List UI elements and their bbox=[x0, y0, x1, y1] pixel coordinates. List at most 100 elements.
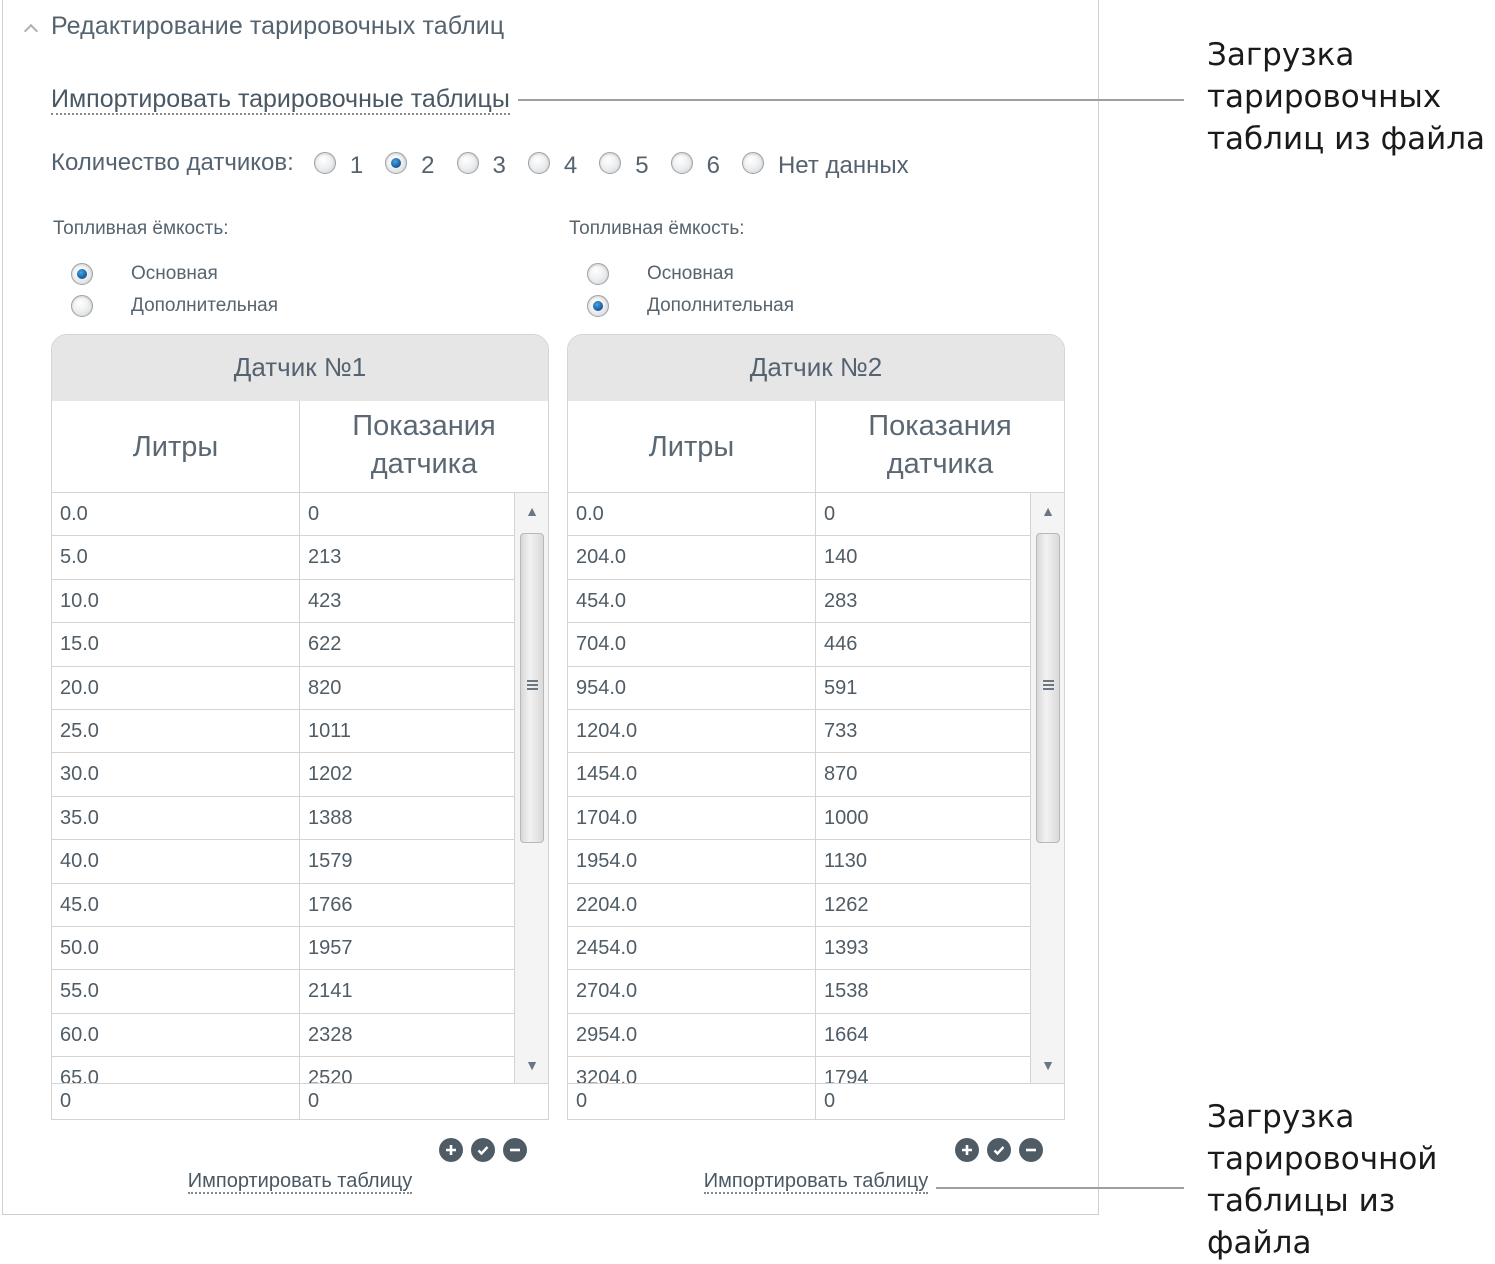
scroll-down-arrow-icon[interactable]: ▼ bbox=[515, 1047, 548, 1083]
table-row[interactable]: 15.0 622 bbox=[52, 623, 514, 667]
scrollbar-thumb[interactable] bbox=[520, 533, 544, 843]
chevron-up-icon[interactable] bbox=[21, 17, 45, 37]
tank-label: Топливная ёмкость: bbox=[569, 218, 745, 239]
new-liters-input[interactable]: 0 bbox=[52, 1084, 300, 1119]
import-table-link-wrap: Импортировать таблицу bbox=[567, 1170, 1065, 1194]
new-liters-input[interactable]: 0 bbox=[568, 1084, 816, 1119]
section-header[interactable]: Редактирование тарировочных таблиц bbox=[21, 12, 504, 41]
table-row[interactable]: 10.0 423 bbox=[52, 579, 514, 624]
callout-import-table: Загрузка тарировочной таблицы из файла bbox=[1207, 1099, 1438, 1261]
radio-checked-icon[interactable] bbox=[587, 295, 609, 317]
radio-icon[interactable] bbox=[527, 152, 550, 174]
table-row[interactable]: 1704.0 1000 bbox=[568, 796, 1030, 841]
sensor-count-option-1[interactable]: 1 bbox=[313, 146, 363, 180]
tank-option-additional[interactable]: Дополнительная bbox=[587, 290, 1065, 322]
column-header-liters[interactable]: Литры bbox=[568, 401, 816, 492]
table-row[interactable]: 20.0 820 bbox=[52, 666, 514, 710]
callout-line-top bbox=[518, 99, 1184, 101]
table-row[interactable]: 60.0 2328 bbox=[52, 1013, 514, 1058]
column-header-reading[interactable]: Показания датчика bbox=[816, 401, 1064, 492]
radio-icon[interactable] bbox=[456, 152, 479, 174]
sensor-count-option-5[interactable]: 5 bbox=[599, 146, 649, 180]
table-input-row: 0 0 bbox=[568, 1083, 1064, 1119]
radio-icon[interactable] bbox=[741, 152, 764, 174]
radio-icon[interactable] bbox=[670, 152, 693, 174]
plus-icon[interactable] bbox=[439, 1138, 463, 1162]
tank-option-main[interactable]: Основная bbox=[587, 258, 1065, 290]
table-input-row: 0 0 bbox=[52, 1083, 548, 1119]
column-header-reading[interactable]: Показания датчика bbox=[300, 401, 548, 492]
table-row[interactable]: 2704.0 1538 bbox=[568, 970, 1030, 1014]
table-row[interactable]: 0.0 0 bbox=[568, 493, 1030, 537]
import-all-tables-link[interactable]: Импортировать тарировочные таблицы bbox=[51, 85, 510, 115]
row-actions bbox=[955, 1138, 1043, 1162]
column-header-liters[interactable]: Литры bbox=[52, 401, 300, 492]
table-row[interactable]: 2204.0 1262 bbox=[568, 883, 1030, 927]
sensor-count-option-4[interactable]: 4 bbox=[527, 146, 577, 180]
sensor-count-option-2[interactable]: 2 bbox=[385, 146, 435, 180]
callout-line-bottom bbox=[936, 1187, 1184, 1189]
table-row[interactable]: 45.0 1766 bbox=[52, 883, 514, 927]
scroll-up-arrow-icon[interactable]: ▲ bbox=[515, 493, 548, 529]
section-title: Редактирование тарировочных таблиц bbox=[51, 12, 505, 40]
tank-label: Топливная ёмкость: bbox=[53, 218, 229, 239]
scroll-down-arrow-icon[interactable]: ▼ bbox=[1031, 1047, 1064, 1083]
table-header: Литры Показания датчика bbox=[568, 401, 1064, 493]
grip-icon bbox=[527, 680, 538, 692]
radio-checked-icon[interactable] bbox=[385, 152, 408, 174]
table-row[interactable]: 30.0 1202 bbox=[52, 753, 514, 797]
table-row[interactable]: 55.0 2141 bbox=[52, 970, 514, 1014]
import-table-link[interactable]: Импортировать таблицу bbox=[703, 1170, 929, 1194]
tank-option-main[interactable]: Основная bbox=[71, 258, 549, 290]
table-row[interactable]: 2954.0 1664 bbox=[568, 1013, 1030, 1058]
minus-icon[interactable] bbox=[503, 1138, 527, 1162]
table-row[interactable]: 2454.0 1393 bbox=[568, 926, 1030, 971]
import-table-link-wrap: Импортировать таблицу bbox=[51, 1170, 549, 1194]
sensor-block-1: Топливная ёмкость: Основная Дополнительн… bbox=[51, 218, 549, 1194]
table-scrollbar[interactable]: ▲ ▼ bbox=[514, 493, 548, 1083]
table-row[interactable]: 40.0 1579 bbox=[52, 840, 514, 884]
table-body: 0.0 0 5.0 213 10.0 423 15.0 622 20.0 820 25.0… bbox=[52, 493, 548, 1083]
table-row[interactable]: 50.0 1957 bbox=[52, 926, 514, 971]
table-row[interactable]: 25.0 1011 bbox=[52, 709, 514, 754]
table-row[interactable]: 35.0 1388 bbox=[52, 796, 514, 841]
sensor-count-option-3[interactable]: 3 bbox=[456, 146, 506, 180]
scrollbar-thumb[interactable] bbox=[1036, 533, 1060, 843]
tank-option-additional[interactable]: Дополнительная bbox=[71, 290, 549, 322]
sensor-count-option-no-data[interactable]: Нет данных bbox=[741, 146, 909, 180]
table-row[interactable]: 5.0 213 bbox=[52, 536, 514, 580]
row-actions bbox=[439, 1138, 527, 1162]
calibration-table-1: Датчик №1 Литры Показания датчика 0.0 0 5.… bbox=[51, 334, 549, 1120]
radio-icon[interactable] bbox=[599, 152, 622, 174]
radio-icon[interactable] bbox=[71, 295, 93, 317]
radio-icon[interactable] bbox=[313, 152, 336, 174]
table-row[interactable]: 1954.0 1130 bbox=[568, 840, 1030, 884]
table-caption: Датчик №2 bbox=[568, 335, 1064, 401]
table-row[interactable]: 454.0 283 bbox=[568, 579, 1030, 624]
table-caption: Датчик №1 bbox=[52, 335, 548, 401]
table-row[interactable]: 204.0 140 bbox=[568, 536, 1030, 580]
table-row[interactable]: 704.0 446 bbox=[568, 623, 1030, 667]
radio-icon[interactable] bbox=[587, 263, 609, 285]
radio-checked-icon[interactable] bbox=[71, 263, 93, 285]
table-row[interactable]: 65.0 2520 bbox=[52, 1057, 514, 1083]
table-row[interactable]: 3204.0 1794 bbox=[568, 1057, 1030, 1083]
table-row[interactable]: 954.0 591 bbox=[568, 666, 1030, 710]
table-row[interactable]: 1204.0 733 bbox=[568, 709, 1030, 754]
sensor-count-label: Количество датчиков: bbox=[51, 149, 294, 176]
calibration-table-2: Датчик №2 Литры Показания датчика 0.0 0 20… bbox=[567, 334, 1065, 1120]
scroll-up-arrow-icon[interactable]: ▲ bbox=[1031, 493, 1064, 529]
table-scrollbar[interactable]: ▲ ▼ bbox=[1030, 493, 1064, 1083]
new-reading-input[interactable]: 0 bbox=[300, 1084, 548, 1119]
check-icon[interactable] bbox=[987, 1138, 1011, 1162]
table-row[interactable]: 1454.0 870 bbox=[568, 753, 1030, 797]
minus-icon[interactable] bbox=[1019, 1138, 1043, 1162]
sensor-block-2: Топливная ёмкость: Основная Дополнительн… bbox=[567, 218, 1065, 1194]
check-icon[interactable] bbox=[471, 1138, 495, 1162]
import-table-link[interactable]: Импортировать таблицу bbox=[187, 1170, 413, 1194]
sensor-count-option-6[interactable]: 6 bbox=[670, 146, 720, 180]
grip-icon bbox=[1043, 680, 1054, 692]
table-row[interactable]: 0.0 0 bbox=[52, 493, 514, 537]
new-reading-input[interactable]: 0 bbox=[816, 1084, 1064, 1119]
plus-icon[interactable] bbox=[955, 1138, 979, 1162]
